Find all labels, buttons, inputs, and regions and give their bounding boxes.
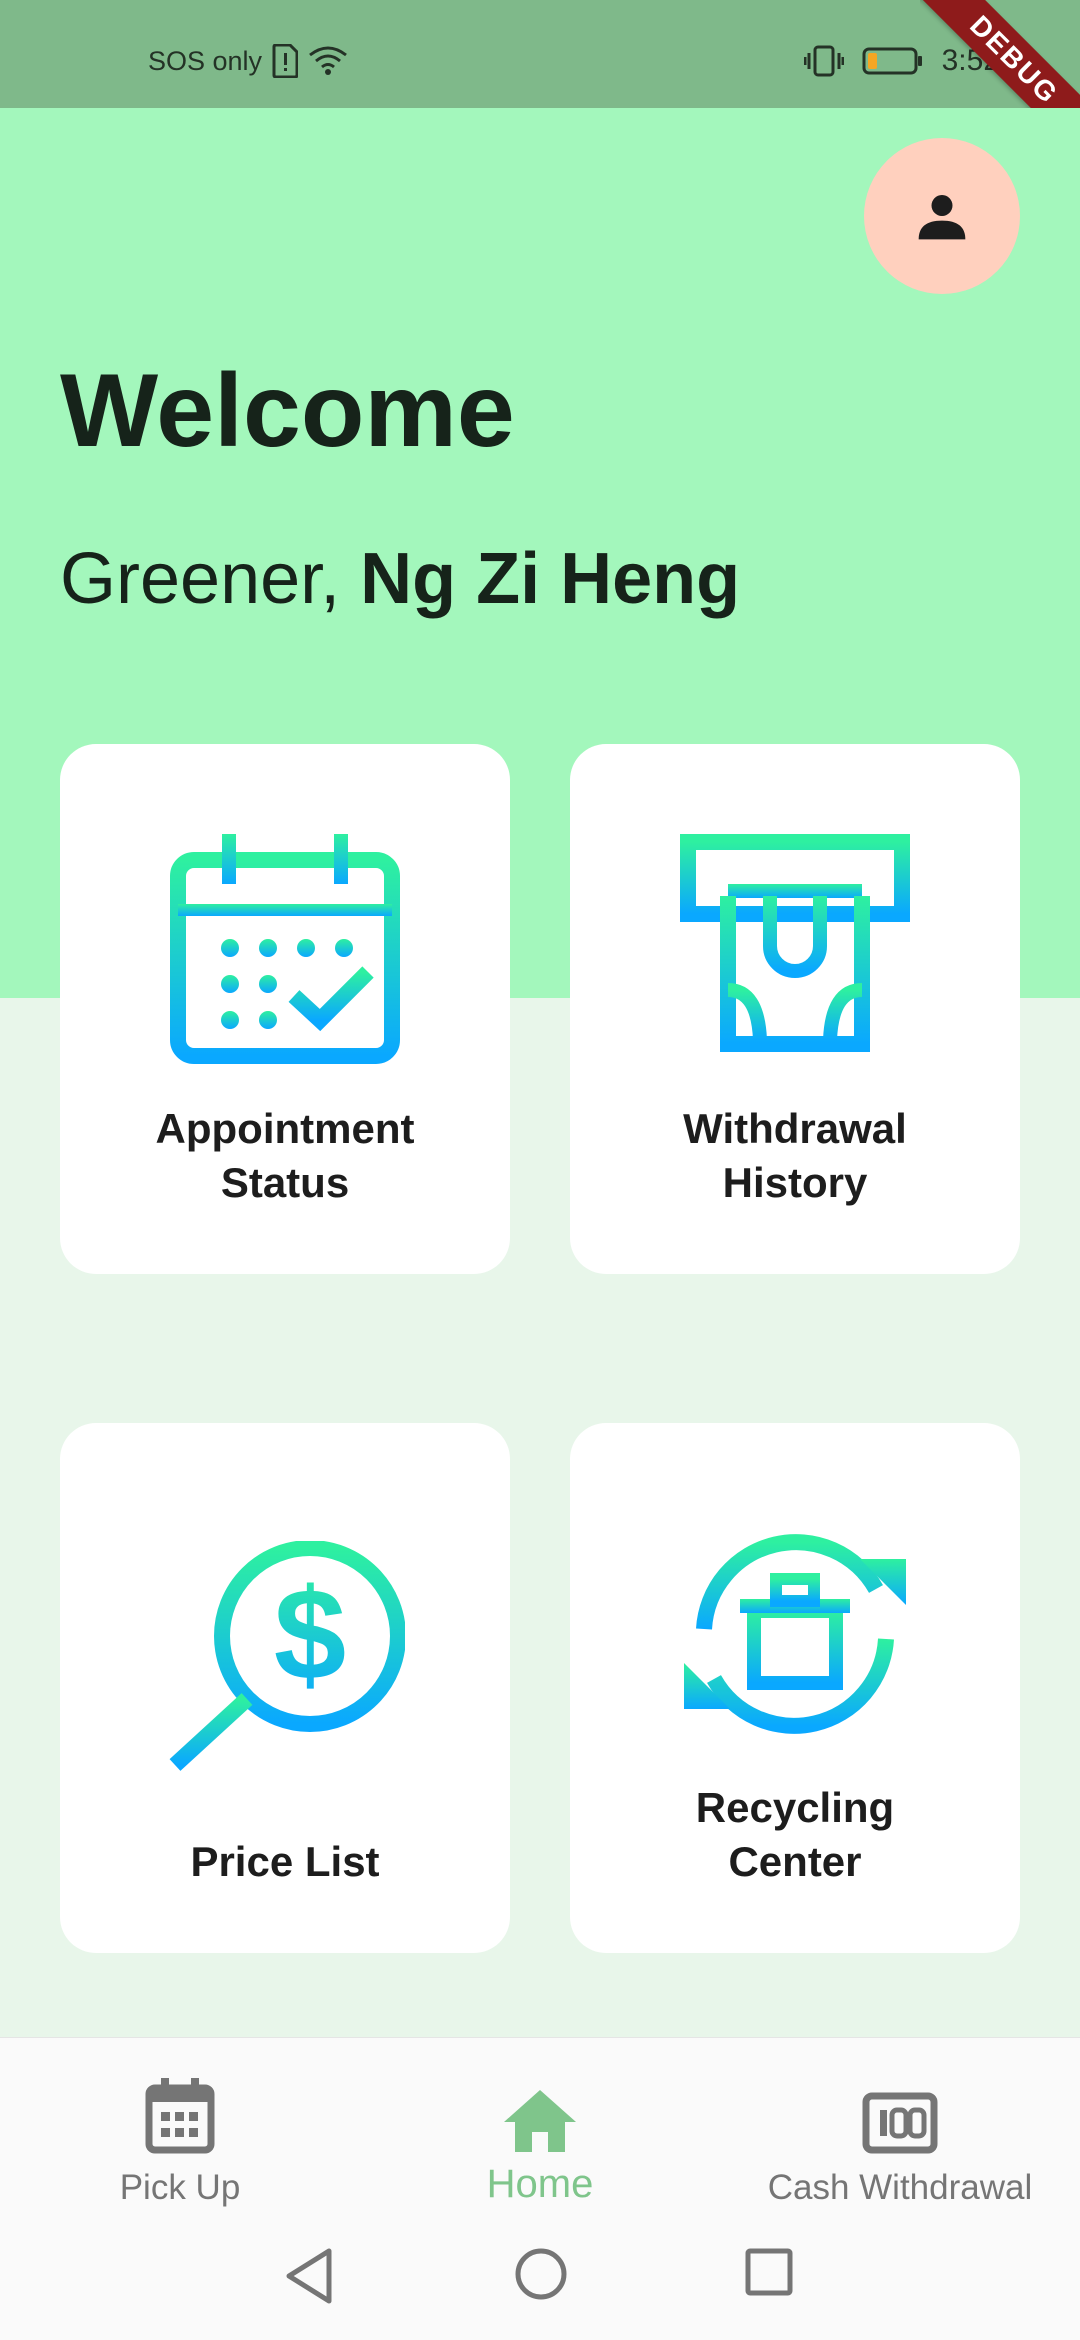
dollar-search-icon: $: [165, 1540, 406, 1776]
greeting-prefix: Greener,: [60, 539, 361, 619]
nav-item-pick-up[interactable]: Pick Up: [0, 2068, 360, 2208]
bottom-navigation: Pick Up Home Cash Withdrawal: [0, 2037, 1080, 2218]
wifi-icon: [308, 45, 348, 77]
calendar-check-icon: [170, 834, 400, 1069]
recycle-bin-icon: [680, 1519, 910, 1754]
profile-avatar-button[interactable]: [864, 138, 1020, 294]
withdrawal-history-card[interactable]: Withdrawal History: [570, 744, 1020, 1274]
price-list-card[interactable]: $ Price List: [60, 1423, 510, 1953]
recent-apps-icon[interactable]: [744, 2247, 794, 2302]
status-right: 3:52: [803, 44, 1000, 78]
recycling-center-card[interactable]: Recycling Center: [570, 1423, 1020, 1953]
recycling-center-label: Recycling Center: [695, 1784, 895, 1885]
back-icon[interactable]: [283, 2247, 335, 2310]
sim-alert-icon: [272, 44, 299, 78]
user-name: Ng Zi Heng: [360, 539, 741, 619]
home-circle-icon[interactable]: [514, 2247, 568, 2306]
nav-label-home: Home: [486, 2162, 594, 2206]
carrier-text: SOS only: [148, 45, 263, 76]
atm-cash-icon: [680, 834, 910, 1059]
appointment-status-card[interactable]: Appointment Status: [60, 744, 510, 1274]
nav-label-cash-withdrawal: Cash Withdrawal: [767, 2168, 1033, 2207]
battery-icon: [862, 46, 924, 76]
calendar-icon: [0, 2068, 360, 2154]
vibrate-icon: [803, 45, 844, 77]
nav-label-pick-up: Pick Up: [119, 2168, 241, 2207]
money-icon: [720, 2068, 1080, 2154]
svg-text:$: $: [274, 1561, 346, 1707]
nav-item-home[interactable]: Home: [360, 2068, 720, 2207]
person-icon: [918, 195, 966, 240]
home-icon: [360, 2068, 720, 2154]
appointment-status-label: Appointment Status: [155, 1105, 415, 1206]
nav-item-cash-withdrawal[interactable]: Cash Withdrawal: [720, 2068, 1080, 2208]
price-list-label: Price List: [190, 1838, 380, 1885]
withdrawal-history-label: Withdrawal History: [683, 1105, 907, 1206]
greeting: Greener, Ng Zi Heng: [60, 539, 741, 619]
system-navigation-bar: [0, 2217, 1080, 2340]
status-time: 3:52: [941, 44, 1000, 77]
page-title: Welcome: [60, 353, 515, 469]
status-bar: SOS only 3:52: [0, 0, 1080, 108]
status-left: SOS only: [148, 44, 348, 78]
